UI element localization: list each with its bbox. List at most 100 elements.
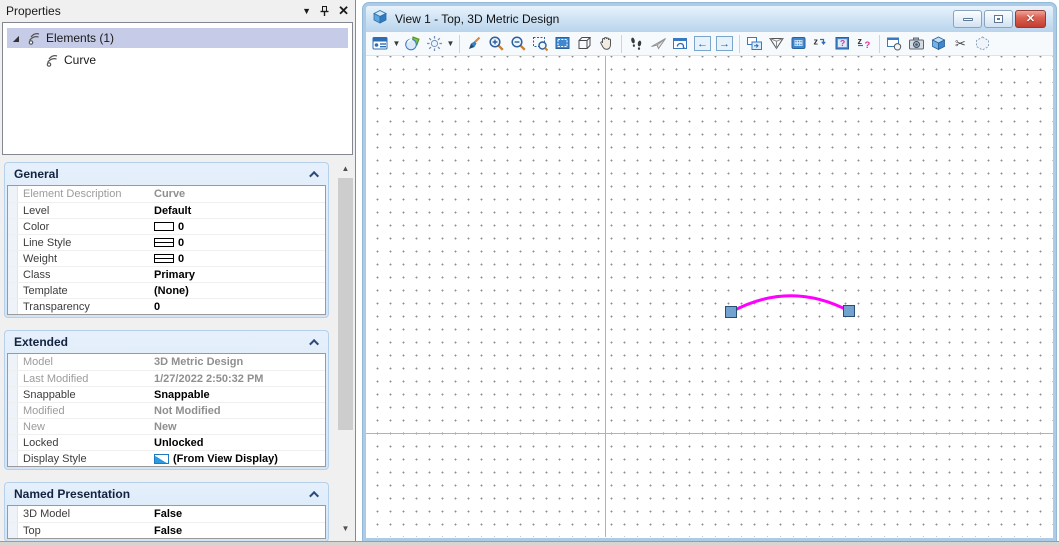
property-value[interactable]: 3D Metric Design xyxy=(150,356,325,368)
expand-triangle-icon[interactable]: ◢ xyxy=(7,34,25,43)
show-display-depth-icon[interactable]: ? xyxy=(832,33,853,54)
view-previous-icon[interactable]: ← xyxy=(692,33,713,54)
view-cube-icon[interactable] xyxy=(928,33,949,54)
pin-icon[interactable] xyxy=(319,5,330,17)
property-value[interactable]: 0 xyxy=(150,221,325,233)
close-icon[interactable]: ✕ xyxy=(338,4,349,17)
zoom-in-icon[interactable] xyxy=(486,33,507,54)
row-gutter xyxy=(8,403,18,418)
dropdown-arrow-icon[interactable]: ▼ xyxy=(446,39,455,48)
fly-icon[interactable] xyxy=(648,33,669,54)
cut-clip-element-icon[interactable]: ✂ xyxy=(950,33,971,54)
vertical-scrollbar[interactable]: ▲ ▼ xyxy=(337,160,354,537)
property-value[interactable]: 0 xyxy=(150,301,325,313)
clip-volume-icon[interactable] xyxy=(766,33,787,54)
pan-view-icon[interactable] xyxy=(596,33,617,54)
saved-view-icon[interactable] xyxy=(884,33,905,54)
property-value[interactable]: Primary xyxy=(150,269,325,281)
property-row[interactable]: Line Style 0 xyxy=(8,234,325,250)
property-label: Weight xyxy=(23,252,58,265)
property-row[interactable]: Element Description Curve xyxy=(8,186,325,202)
property-value[interactable]: New xyxy=(150,421,325,433)
set-active-depth-icon[interactable]: z xyxy=(810,33,831,54)
rotate-view-icon[interactable] xyxy=(574,33,595,54)
camera-icon[interactable] xyxy=(906,33,927,54)
view-next-icon[interactable]: → xyxy=(714,33,735,54)
scroll-up-icon[interactable]: ▲ xyxy=(337,160,354,177)
weight-swatch[interactable] xyxy=(154,254,174,263)
property-label: Last Modified xyxy=(23,372,89,385)
dropdown-arrow-icon[interactable]: ▼ xyxy=(392,39,401,48)
navigate-view-icon[interactable] xyxy=(670,33,691,54)
design-canvas[interactable] xyxy=(366,56,1053,537)
property-value[interactable]: 0 xyxy=(150,237,325,249)
property-value[interactable]: Snappable xyxy=(150,389,325,401)
property-row[interactable]: Weight 0 xyxy=(8,250,325,266)
property-value[interactable]: False xyxy=(150,508,325,520)
property-value[interactable]: Default xyxy=(150,205,325,217)
property-row[interactable]: Model 3D Metric Design xyxy=(8,354,325,370)
panel-menu-dropdown-icon[interactable]: ▼ xyxy=(302,6,311,16)
property-row[interactable]: Display Style (From View Display) xyxy=(8,450,325,466)
clip-mask-icon[interactable] xyxy=(788,33,809,54)
property-row[interactable]: Template (None) xyxy=(8,282,325,298)
walk-icon[interactable] xyxy=(626,33,647,54)
property-row[interactable]: Level Default xyxy=(8,202,325,218)
section-named-presentation-header[interactable]: Named Presentation xyxy=(5,483,328,505)
property-label: Color xyxy=(23,220,50,233)
view-attributes-icon[interactable] xyxy=(370,33,391,54)
curve-handle-left[interactable] xyxy=(725,306,737,318)
property-row[interactable]: Last Modified 1/27/2022 2:50:32 PM xyxy=(8,370,325,386)
row-gutter xyxy=(8,435,18,450)
properties-titlebar[interactable]: Properties ▼ ✕ xyxy=(0,0,355,21)
property-row[interactable]: Color 0 xyxy=(8,218,325,234)
property-value[interactable]: (From View Display) xyxy=(150,453,325,465)
tree-item-elements[interactable]: ◢ Elements (1) xyxy=(7,28,348,48)
color-swatch[interactable] xyxy=(154,222,174,231)
fit-view-icon[interactable] xyxy=(552,33,573,54)
property-row[interactable]: Locked Unlocked xyxy=(8,434,325,450)
zoom-out-icon[interactable] xyxy=(508,33,529,54)
restore-button[interactable] xyxy=(984,10,1013,28)
curve-element[interactable] xyxy=(730,294,850,314)
scrollbar-thumb[interactable] xyxy=(338,178,353,430)
property-row[interactable]: Class Primary xyxy=(8,266,325,282)
property-label: 3D Model xyxy=(23,508,71,520)
property-row[interactable]: Modified Not Modified xyxy=(8,402,325,418)
update-view-icon[interactable] xyxy=(464,33,485,54)
display-style-swatch[interactable] xyxy=(154,453,169,464)
curve-handle-right[interactable] xyxy=(843,305,855,317)
minimize-button[interactable] xyxy=(953,10,982,28)
section-extended-header[interactable]: Extended xyxy=(5,331,328,353)
property-value[interactable]: Curve xyxy=(150,188,325,200)
property-row[interactable]: 3D Model False xyxy=(8,506,325,522)
display-style-icon[interactable] xyxy=(402,33,423,54)
section-general-grid: Element Description Curve Level Default … xyxy=(7,185,326,315)
tree-item-curve[interactable]: Curve xyxy=(43,50,352,70)
property-value[interactable]: Unlocked xyxy=(150,437,325,449)
property-value[interactable]: 1/27/2022 2:50:32 PM xyxy=(150,373,325,385)
copy-view-icon[interactable] xyxy=(744,33,765,54)
property-value[interactable]: Not Modified xyxy=(150,405,325,417)
paste-clip-element-icon[interactable] xyxy=(972,33,993,54)
close-button[interactable]: ✕ xyxy=(1015,10,1046,28)
property-row[interactable]: Snappable Snappable xyxy=(8,386,325,402)
section-general-header[interactable]: General xyxy=(5,163,328,185)
property-value[interactable]: (None) xyxy=(150,285,325,297)
property-row[interactable]: Transparency 0 xyxy=(8,298,325,314)
row-gutter xyxy=(8,283,18,298)
view-titlebar[interactable]: View 1 - Top, 3D Metric Design ✕ xyxy=(366,6,1053,32)
scroll-down-icon[interactable]: ▼ xyxy=(337,520,354,537)
status-strip xyxy=(0,541,1059,546)
property-row[interactable]: New New xyxy=(8,418,325,434)
element-tree: ◢ Elements (1) Curve xyxy=(2,22,353,155)
property-value[interactable]: False xyxy=(150,525,325,537)
row-gutter xyxy=(8,523,18,538)
window-area-icon[interactable] xyxy=(530,33,551,54)
property-row[interactable]: Top False xyxy=(8,522,325,538)
property-value[interactable]: 0 xyxy=(150,253,325,265)
show-active-depth-icon[interactable]: z? xyxy=(854,33,875,54)
property-label: Transparency xyxy=(23,300,90,313)
adjust-brightness-icon[interactable] xyxy=(424,33,445,54)
line-style-swatch[interactable] xyxy=(154,238,174,247)
